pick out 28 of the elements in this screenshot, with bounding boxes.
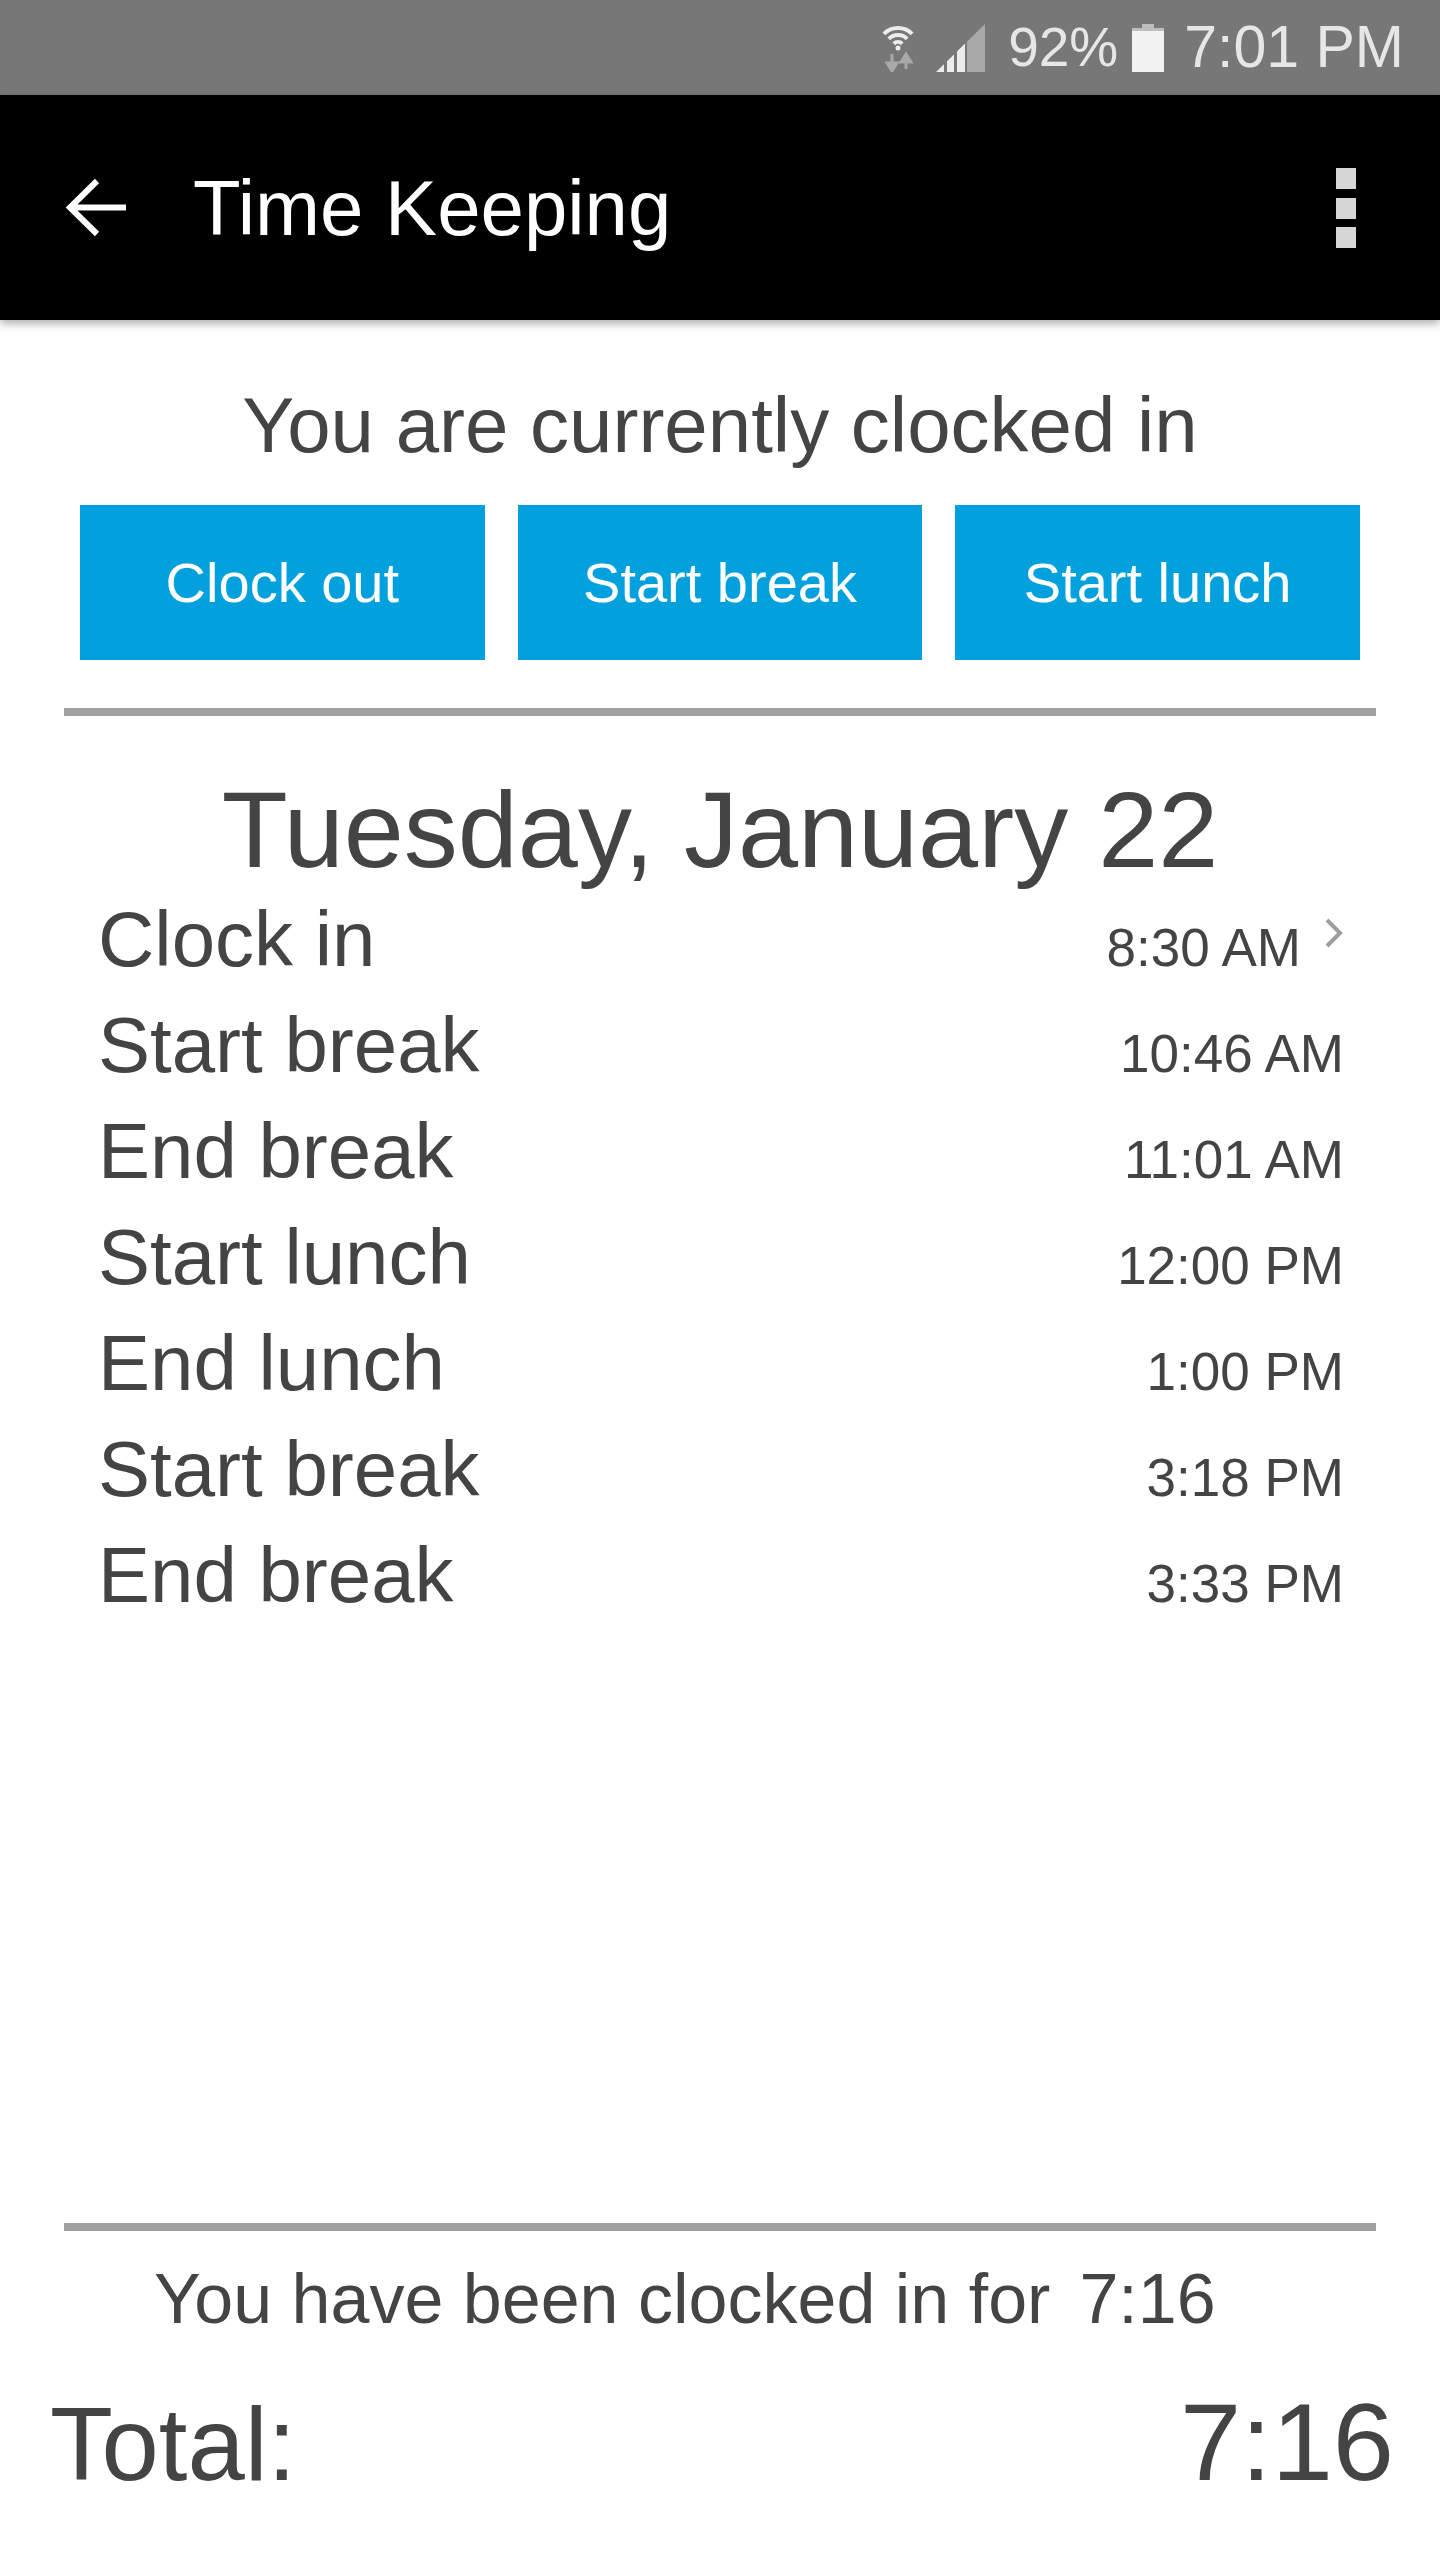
entry-time: 11:01 AM: [1124, 1129, 1344, 1192]
date-heading: Tuesday, January 22: [221, 768, 1219, 892]
entry-time: 12:00 PM: [1117, 1235, 1344, 1298]
entry-time: 3:18 PM: [1146, 1447, 1344, 1510]
entry-time: 1:00 PM: [1146, 1341, 1344, 1404]
clocked-in-duration: 7:16: [1079, 2264, 1216, 2334]
action-button[interactable]: Clock out: [80, 505, 485, 660]
battery-icon: [1132, 23, 1165, 72]
overflow-menu-icon[interactable]: [1336, 167, 1356, 248]
entry-label: Start break: [98, 1000, 480, 1092]
entry-time: 8:30 AM: [1106, 917, 1301, 980]
back-arrow-icon[interactable]: [64, 176, 129, 239]
entry-label: Start lunch: [98, 1212, 471, 1304]
total-label: Total:: [50, 2393, 297, 2496]
entry-label: End break: [98, 1530, 454, 1622]
signal-icon: [936, 23, 986, 72]
clocked-in-summary: You have been clocked in for: [154, 2264, 1051, 2334]
action-button[interactable]: Start break: [517, 505, 923, 660]
total-value: 7:16: [1179, 2387, 1394, 2497]
entry-time: 10:46 AM: [1120, 1023, 1344, 1086]
entry-time: 3:33 PM: [1146, 1553, 1344, 1616]
entry-label: Clock in: [98, 894, 376, 986]
entry-label: End lunch: [98, 1318, 445, 1410]
action-button[interactable]: Start lunch: [955, 505, 1360, 660]
entry-label: Start break: [98, 1424, 480, 1516]
entry-label: End break: [98, 1106, 454, 1198]
battery-percentage: 92%: [1008, 20, 1119, 75]
clock-time: 7:01 PM: [1184, 18, 1404, 77]
